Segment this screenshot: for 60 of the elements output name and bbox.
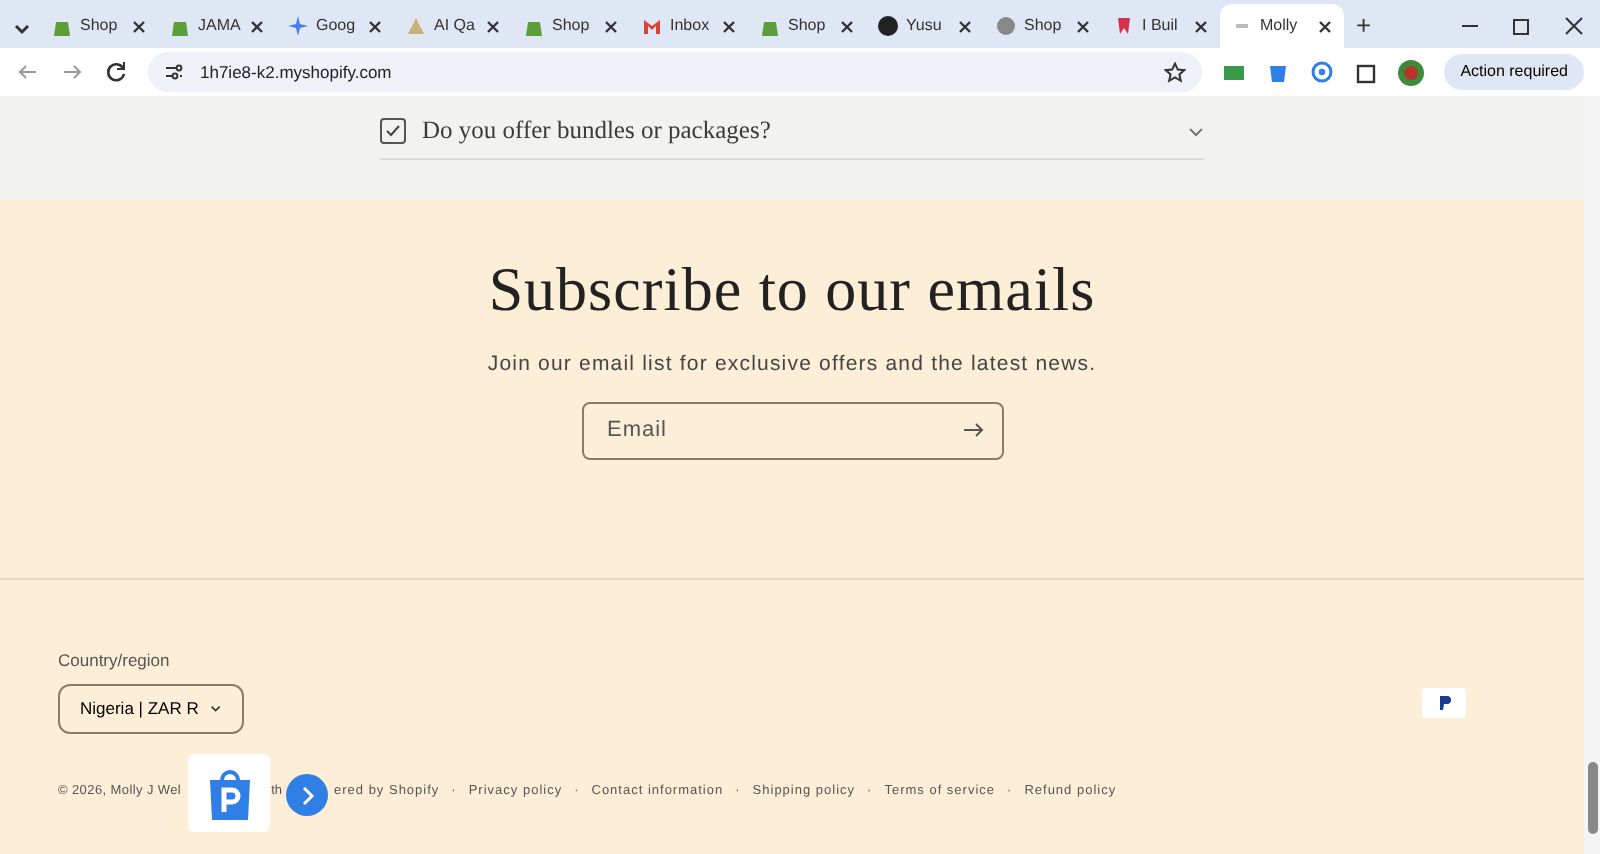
paypal-icon	[1422, 687, 1466, 718]
close-icon[interactable]	[958, 19, 972, 33]
close-icon[interactable]	[1318, 19, 1332, 33]
chevron-icon[interactable]	[1188, 125, 1204, 137]
back-icon[interactable]	[16, 60, 40, 84]
action-required-button[interactable]: Action required	[1444, 54, 1584, 90]
close-icon[interactable]	[368, 19, 382, 33]
address-bar[interactable]: 1h7ie8-k2.myshopify.com	[148, 52, 1203, 92]
at-sign-icon[interactable]	[1310, 60, 1335, 84]
bag-icon	[170, 16, 190, 36]
close-icon[interactable]	[132, 19, 146, 33]
browser-tab[interactable]: Shop	[512, 4, 630, 48]
faq-question: Do you offer bundles or packages?	[422, 114, 771, 149]
new-tab-button[interactable]: +	[1344, 4, 1388, 48]
browser-tab[interactable]: JAMA	[158, 4, 276, 48]
browser-tab[interactable]: Goog	[276, 4, 394, 48]
site-settings-icon[interactable]	[164, 62, 184, 82]
reload-icon[interactable]	[104, 60, 128, 84]
triangle-icon	[406, 16, 426, 36]
check-icon	[384, 122, 402, 140]
newsletter-heading: Subscribe to our emails	[488, 252, 1096, 327]
expand-button[interactable]	[286, 774, 328, 816]
bag-icon	[760, 16, 780, 36]
url-text: 1h7ie8-k2.myshopify.com	[200, 59, 392, 85]
country-label: Country/region	[58, 648, 172, 674]
scrollbar-thumb[interactable]	[1588, 762, 1598, 834]
browser-tab[interactable]: AI Qa	[394, 4, 512, 48]
close-icon[interactable]	[840, 19, 854, 33]
browser-tab[interactable]: Shop	[984, 4, 1102, 48]
star-icon[interactable]	[1164, 61, 1187, 83]
bag-icon	[52, 16, 72, 36]
forward-icon[interactable]	[60, 60, 84, 84]
bag-icon[interactable]	[1266, 60, 1291, 84]
newsletter-text: Join our email list for exclusive offers and the latest news.	[487, 350, 1097, 381]
checkbox[interactable]	[380, 118, 406, 144]
browser-tab[interactable]: I Buil	[1102, 4, 1220, 48]
close-icon[interactable]	[604, 19, 618, 33]
browser-tab[interactable]: Inbox	[630, 4, 748, 48]
chevron-icon	[210, 703, 222, 714]
sparkle-icon	[288, 16, 308, 36]
close-icon[interactable]	[486, 19, 500, 33]
arrow-right-icon[interactable]	[963, 421, 983, 438]
bag-icon	[524, 16, 544, 36]
browser-tab[interactable]: Shop	[748, 4, 866, 48]
close-icon[interactable]	[1076, 19, 1090, 33]
country-select[interactable]: Nigeria | ZAR R	[58, 683, 244, 734]
avatar-icon[interactable]	[1398, 59, 1425, 85]
close-icon[interactable]	[250, 19, 264, 33]
close-icon[interactable]	[722, 19, 736, 33]
chevron-right-icon	[299, 785, 315, 805]
browser-tab[interactable]: Yusu	[866, 4, 984, 48]
mail-icon	[642, 16, 662, 36]
bag-icon	[207, 767, 251, 819]
circle-icon	[878, 16, 898, 36]
bookmark-icon	[1114, 16, 1134, 36]
email-field[interactable]: Email	[581, 401, 1003, 460]
app-widget[interactable]	[188, 754, 270, 832]
browser-tab[interactable]: Molly	[1220, 4, 1344, 48]
browser-tab[interactable]: Shop	[40, 4, 158, 48]
close-icon[interactable]	[1194, 19, 1208, 33]
